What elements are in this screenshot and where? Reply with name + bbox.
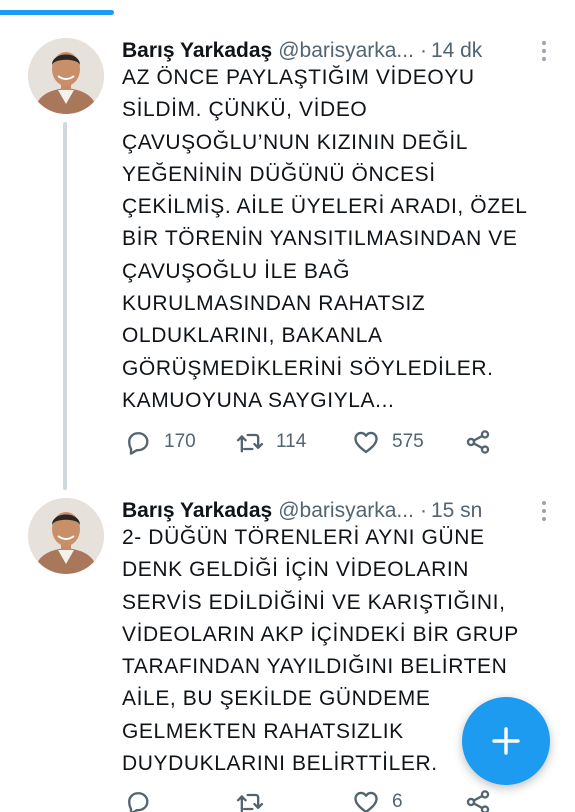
tweet-text: AZ ÖNCE PAYLAŞTIĞIM VİDEOYU SİLDİM. ÇÜNK… (122, 66, 528, 412)
retweet-count: 114 (276, 431, 307, 452)
avatar[interactable] (28, 38, 104, 114)
compose-button[interactable] (462, 697, 550, 785)
share-button[interactable] (464, 785, 492, 812)
timestamp[interactable]: 14 dk (431, 39, 482, 62)
reply-button[interactable]: 170 (124, 425, 196, 459)
author-handle[interactable]: @barisyarka... (278, 499, 414, 522)
reply-button[interactable] (124, 785, 164, 812)
separator-dot: · (419, 499, 427, 522)
retweet-icon (236, 433, 264, 453)
retweet-button[interactable]: 114 (236, 425, 306, 459)
tweet[interactable]: Barış Yarkadaş @barisyarka... · 14 dk AZ ÖN… (0, 28, 575, 490)
tweet-actions: 170 114 575 (124, 425, 524, 459)
like-icon (354, 791, 378, 812)
plus-icon (492, 727, 520, 755)
reply-count: 170 (164, 431, 196, 452)
like-button[interactable]: 575 (352, 425, 424, 459)
tweet-actions: 6 (124, 785, 524, 812)
like-button[interactable]: 6 (352, 785, 403, 812)
thread-line (63, 122, 67, 490)
share-icon (466, 790, 490, 812)
author-handle[interactable]: @barisyarka... (278, 39, 414, 62)
separator-dot: · (419, 39, 427, 62)
timestamp[interactable]: 15 sn (431, 499, 482, 522)
author-name[interactable]: Barış Yarkadaş (122, 499, 272, 522)
share-icon (466, 430, 490, 454)
retweet-icon (236, 793, 264, 812)
retweet-button[interactable] (236, 785, 276, 812)
avatar[interactable] (28, 498, 104, 574)
like-count: 6 (392, 791, 403, 812)
author-name[interactable]: Barış Yarkadaş (122, 39, 272, 62)
like-icon (354, 431, 378, 454)
active-tab-indicator (0, 10, 114, 15)
share-button[interactable] (464, 425, 492, 459)
reply-icon (128, 792, 149, 812)
like-count: 575 (392, 431, 424, 452)
reply-icon (128, 432, 149, 455)
